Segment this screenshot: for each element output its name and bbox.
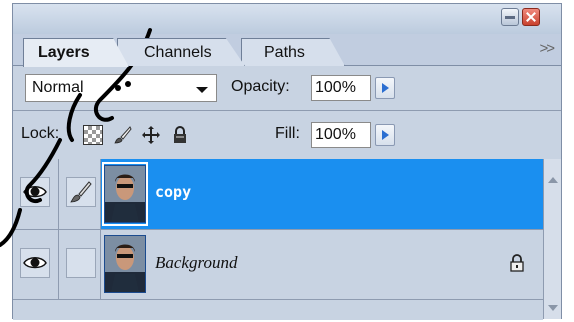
scroll-up-arrow-icon[interactable] (548, 177, 558, 183)
link-cell[interactable] (59, 230, 101, 299)
opacity-field[interactable]: 100% (311, 75, 371, 101)
empty-link-box (66, 248, 96, 278)
lock-all-icon[interactable] (170, 125, 190, 145)
tab-layers[interactable]: Layers (23, 38, 129, 67)
fill-field[interactable]: 100% (311, 122, 371, 148)
layers-panel: Paths Channels Layers >> Normal Opacity:… (12, 3, 562, 320)
lock-transparent-pixels-icon[interactable] (83, 125, 103, 145)
eye-box (20, 177, 50, 207)
layer-name[interactable]: copy (155, 183, 191, 201)
lock-position-icon[interactable] (141, 125, 161, 145)
visibility-cell[interactable] (13, 230, 59, 299)
list-bottom-area (13, 299, 543, 320)
tab-paths[interactable]: Paths (241, 38, 345, 66)
layers-list: copy Background (13, 159, 543, 299)
eye-icon (23, 257, 47, 269)
blend-mode-select[interactable]: Normal (25, 74, 217, 102)
blend-options-row: Normal Opacity: 100% (13, 66, 561, 111)
layer-thumbnail[interactable] (104, 235, 146, 293)
scroll-down-arrow-icon[interactable] (548, 305, 558, 311)
layer-thumbnail[interactable] (104, 165, 146, 223)
lock-icon (510, 254, 524, 272)
layer-row-copy[interactable]: copy (13, 159, 543, 229)
opacity-slider-arrow-icon[interactable] (375, 77, 395, 99)
panel-menu-double-chevron-icon[interactable]: >> (539, 40, 554, 57)
lock-label: Lock: (21, 125, 60, 142)
visibility-cell[interactable] (13, 159, 59, 229)
panel-title-bar[interactable] (13, 4, 561, 34)
link-box (66, 177, 96, 207)
fill-label: Fill: (275, 125, 300, 142)
chevron-down-icon (196, 87, 208, 93)
layer-name[interactable]: Background (155, 253, 237, 273)
lock-options-row: Lock: Fill: 100% (13, 111, 561, 160)
minimize-icon[interactable] (501, 8, 519, 26)
fill-slider-arrow-icon[interactable] (375, 124, 395, 146)
layers-scrollbar[interactable] (543, 159, 561, 319)
link-cell[interactable] (59, 159, 101, 229)
brush-icon (70, 181, 92, 203)
opacity-label: Opacity: (231, 78, 290, 95)
close-icon[interactable] (522, 8, 540, 26)
eye-box (20, 248, 50, 278)
tab-bar: Paths Channels Layers >> (13, 34, 561, 67)
tab-channels[interactable]: Channels (117, 38, 245, 66)
layer-row-background[interactable]: Background (13, 229, 543, 299)
eye-icon (23, 186, 47, 198)
blend-mode-value: Normal (32, 79, 84, 96)
lock-image-pixels-icon[interactable] (113, 125, 133, 145)
